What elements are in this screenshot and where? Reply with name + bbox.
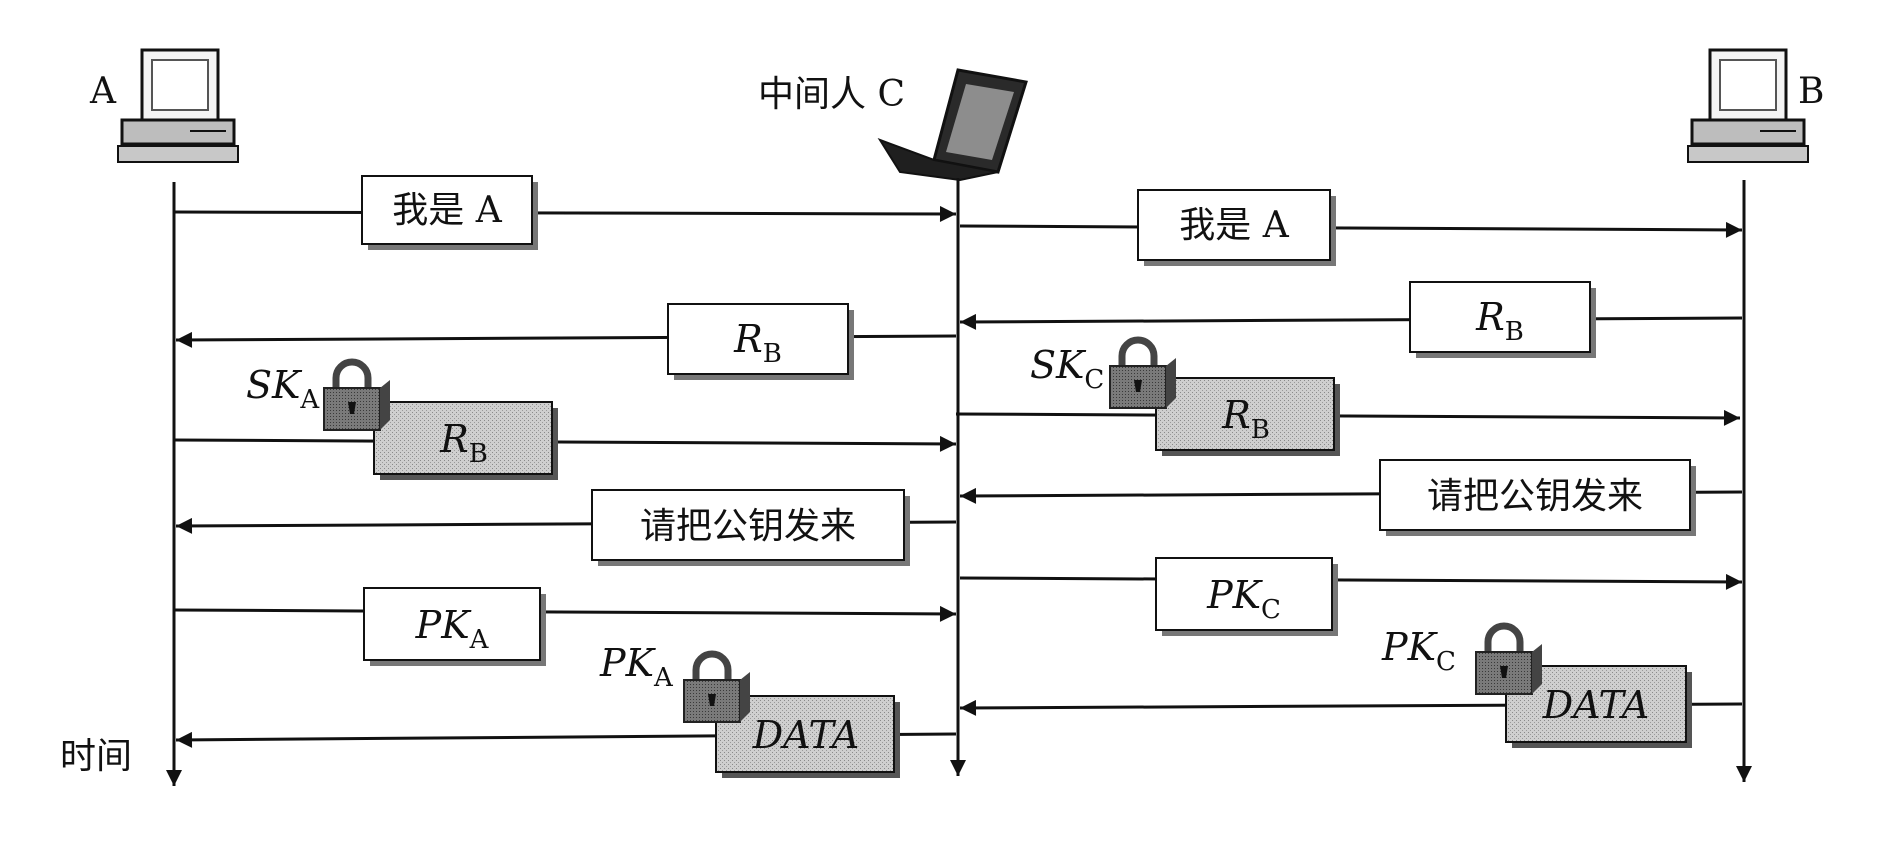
participant-b-label: B — [1798, 71, 1824, 112]
message-main: R — [1475, 295, 1505, 339]
message-label: 我是 A — [392, 190, 502, 231]
message-label: 请把公钥发来 — [640, 506, 856, 547]
svg-text:SKA: SKA — [246, 363, 320, 415]
key-sub: A — [653, 663, 674, 693]
message-m1: 我是 A — [173, 175, 957, 250]
message-sub: B — [1505, 317, 1524, 347]
message-label: 我是 A — [1179, 205, 1289, 246]
key-sub: C — [1084, 365, 1104, 395]
message-sub: B — [1251, 415, 1270, 445]
key-sub: C — [1436, 647, 1456, 677]
message-main: R — [733, 317, 763, 361]
time-label: 时间 — [60, 736, 132, 777]
message-m2: 我是 A — [959, 189, 1743, 266]
message-m9: PKA — [173, 587, 957, 666]
svg-text:PKA: PKA — [599, 641, 674, 693]
lock-icon — [683, 650, 750, 723]
message-label: DATA — [752, 713, 860, 757]
message-sub: A — [469, 625, 490, 655]
svg-text:SKC: SKC — [1030, 343, 1104, 395]
message-m10: PKC — [959, 557, 1743, 636]
computer-a-icon — [117, 48, 239, 163]
key-main: PK — [599, 641, 657, 685]
message-m8: 请把公钥发来 — [959, 459, 1743, 536]
message-m7: 请把公钥发来 — [175, 489, 957, 566]
key-main: SK — [1030, 343, 1087, 387]
message-label: DATA — [1542, 683, 1650, 727]
key-sub: A — [299, 385, 320, 415]
message-sub: B — [469, 439, 488, 469]
participant-c-label: 中间人 C — [758, 74, 905, 115]
message-m11: DATA PKA — [175, 641, 957, 778]
message-main: R — [439, 417, 469, 461]
message-sub: C — [1261, 595, 1281, 625]
participant-a-label: A — [89, 71, 117, 112]
lock-icon — [1109, 336, 1176, 409]
message-main: PK — [1206, 573, 1264, 617]
message-m12: DATA PKC — [959, 622, 1743, 748]
message-sub: B — [763, 339, 782, 369]
key-main: PK — [1381, 625, 1439, 669]
lock-icon — [1475, 622, 1542, 695]
message-main: R — [1221, 393, 1251, 437]
lock-icon — [323, 358, 390, 431]
message-main: PK — [415, 603, 473, 647]
mitm-sequence-diagram: A B 中间人 C 时间 我是 A 我是 A RB RB RB SKA RB S… — [60, 48, 1824, 786]
message-m6: RB SKC — [955, 336, 1741, 456]
svg-text:PKC: PKC — [1381, 625, 1456, 677]
key-main: SK — [246, 363, 303, 407]
message-label: 请把公钥发来 — [1427, 476, 1643, 517]
computer-b-icon — [1687, 48, 1809, 163]
